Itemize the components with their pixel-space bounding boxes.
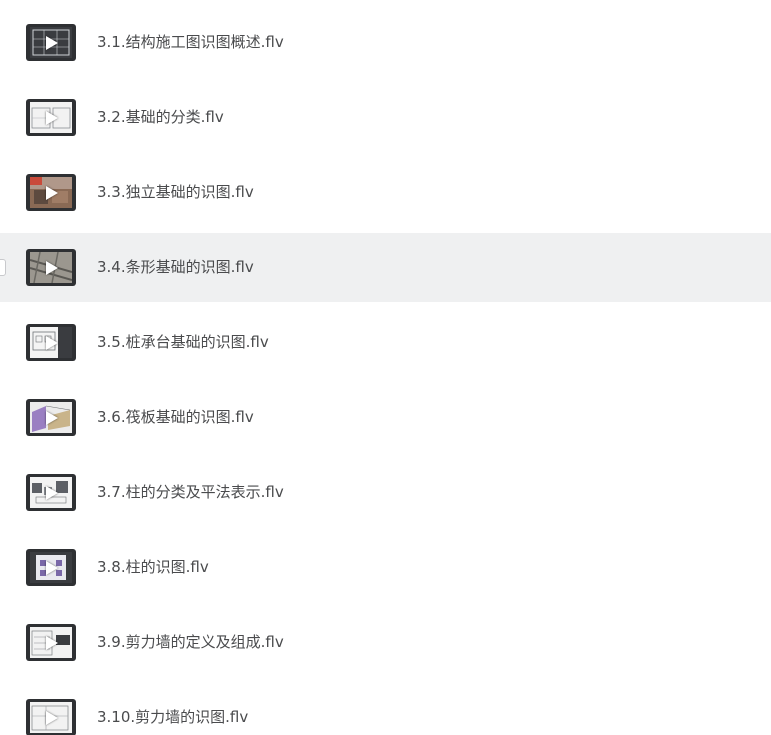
file-row[interactable]: 3.10.剪力墙的识图.flv <box>0 683 771 735</box>
file-row[interactable]: 3.5.桩承台基础的识图.flv <box>0 308 771 377</box>
play-icon <box>46 35 58 50</box>
play-icon <box>46 185 58 200</box>
video-thumbnail[interactable] <box>26 474 76 511</box>
file-name[interactable]: 3.5.桩承台基础的识图.flv <box>97 308 269 377</box>
video-thumbnail[interactable] <box>26 249 76 286</box>
video-thumbnail[interactable] <box>26 99 76 136</box>
video-thumbnail[interactable] <box>26 699 76 735</box>
play-icon <box>46 260 58 275</box>
file-list: 3.1.结构施工图识图概述.flv 3.2.基础的分类.flv 3.3.独立基础… <box>0 0 771 735</box>
file-row[interactable]: 3.6.筏板基础的识图.flv <box>0 383 771 452</box>
video-thumbnail[interactable] <box>26 624 76 661</box>
play-icon <box>46 710 58 725</box>
file-name[interactable]: 3.10.剪力墙的识图.flv <box>97 683 248 735</box>
file-name[interactable]: 3.3.独立基础的识图.flv <box>97 158 254 227</box>
play-icon <box>46 410 58 425</box>
file-row-selected[interactable]: 3.4.条形基础的识图.flv <box>0 233 771 302</box>
file-name[interactable]: 3.1.结构施工图识图概述.flv <box>97 8 284 77</box>
row-checkbox[interactable] <box>0 259 6 276</box>
play-icon <box>46 635 58 650</box>
play-icon <box>46 560 58 575</box>
video-thumbnail[interactable] <box>26 549 76 586</box>
video-thumbnail[interactable] <box>26 399 76 436</box>
file-name[interactable]: 3.4.条形基础的识图.flv <box>97 233 254 302</box>
file-row[interactable]: 3.9.剪力墙的定义及组成.flv <box>0 608 771 677</box>
file-row[interactable]: 3.8.柱的识图.flv <box>0 533 771 602</box>
file-row[interactable]: 3.7.柱的分类及平法表示.flv <box>0 458 771 527</box>
file-name[interactable]: 3.8.柱的识图.flv <box>97 533 209 602</box>
video-thumbnail[interactable] <box>26 324 76 361</box>
file-row[interactable]: 3.2.基础的分类.flv <box>0 83 771 152</box>
file-name[interactable]: 3.9.剪力墙的定义及组成.flv <box>97 608 284 677</box>
play-icon <box>46 110 58 125</box>
video-thumbnail[interactable] <box>26 174 76 211</box>
video-thumbnail[interactable] <box>26 24 76 61</box>
play-icon <box>46 485 58 500</box>
file-name[interactable]: 3.2.基础的分类.flv <box>97 83 224 152</box>
file-row[interactable]: 3.3.独立基础的识图.flv <box>0 158 771 227</box>
file-name[interactable]: 3.6.筏板基础的识图.flv <box>97 383 254 452</box>
file-name[interactable]: 3.7.柱的分类及平法表示.flv <box>97 458 284 527</box>
file-row[interactable]: 3.1.结构施工图识图概述.flv <box>0 8 771 77</box>
play-icon <box>46 335 58 350</box>
